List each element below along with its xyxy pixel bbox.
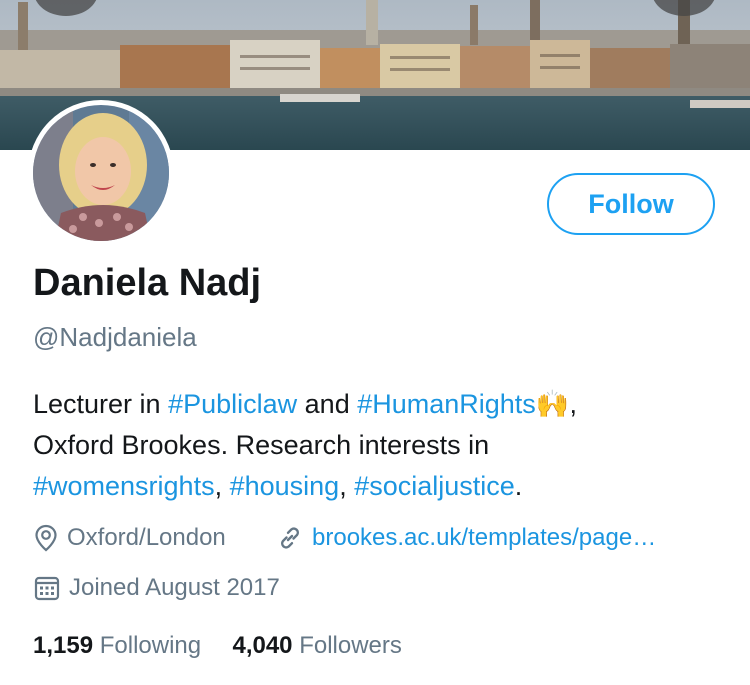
hashtag-womensrights[interactable]: #womensrights xyxy=(33,471,215,501)
website-link[interactable]: brookes.ac.uk/templates/page… xyxy=(312,524,656,552)
followers-label: Followers xyxy=(299,632,402,659)
profile-handle: @Nadjdaniela xyxy=(33,322,197,352)
bio-text: , xyxy=(569,389,577,419)
profile-website[interactable]: brookes.ac.uk/templates/page… xyxy=(276,524,656,552)
followers-count: 4,040 xyxy=(232,632,293,659)
calendar-icon xyxy=(33,574,61,602)
raising-hands-emoji: 🙌 xyxy=(535,389,570,419)
avatar[interactable] xyxy=(28,100,174,246)
link-icon xyxy=(276,524,304,552)
bio-text: Oxford Brookes. Research interests in xyxy=(33,430,490,460)
bio-text: . xyxy=(514,471,523,501)
profile-joined-date: Joined August 2017 xyxy=(33,574,280,602)
bio-text: and xyxy=(297,389,358,419)
hashtag-humanrights[interactable]: #HumanRights xyxy=(357,389,536,419)
profile-location: Oxford/London xyxy=(33,524,226,552)
location-pin-icon xyxy=(33,524,59,552)
joined-text: Joined August 2017 xyxy=(69,574,280,601)
bio-text: , xyxy=(214,471,230,501)
hashtag-publiclaw[interactable]: #Publiclaw xyxy=(168,389,297,419)
profile-bio: Lecturer in #Publiclaw and #HumanRights🙌… xyxy=(33,384,733,507)
profile-name: Daniela Nadj xyxy=(33,262,262,304)
profile-photo xyxy=(33,105,169,241)
bio-text: Lecturer in xyxy=(33,389,169,419)
following-count: 1,159 xyxy=(33,632,94,659)
followers-count-link[interactable]: 4,040 Followers xyxy=(232,632,401,659)
hashtag-housing[interactable]: #housing xyxy=(230,471,340,501)
bio-text: , xyxy=(339,471,355,501)
follow-button[interactable]: Follow xyxy=(547,173,715,235)
hashtag-socialjustice[interactable]: #socialjustice xyxy=(354,471,515,501)
location-text: Oxford/London xyxy=(67,524,226,551)
following-label: Following xyxy=(99,632,202,659)
following-count-link[interactable]: 1,159 Following xyxy=(33,632,201,659)
follow-stats: 1,159 Following 4,040 Followers xyxy=(33,632,402,660)
